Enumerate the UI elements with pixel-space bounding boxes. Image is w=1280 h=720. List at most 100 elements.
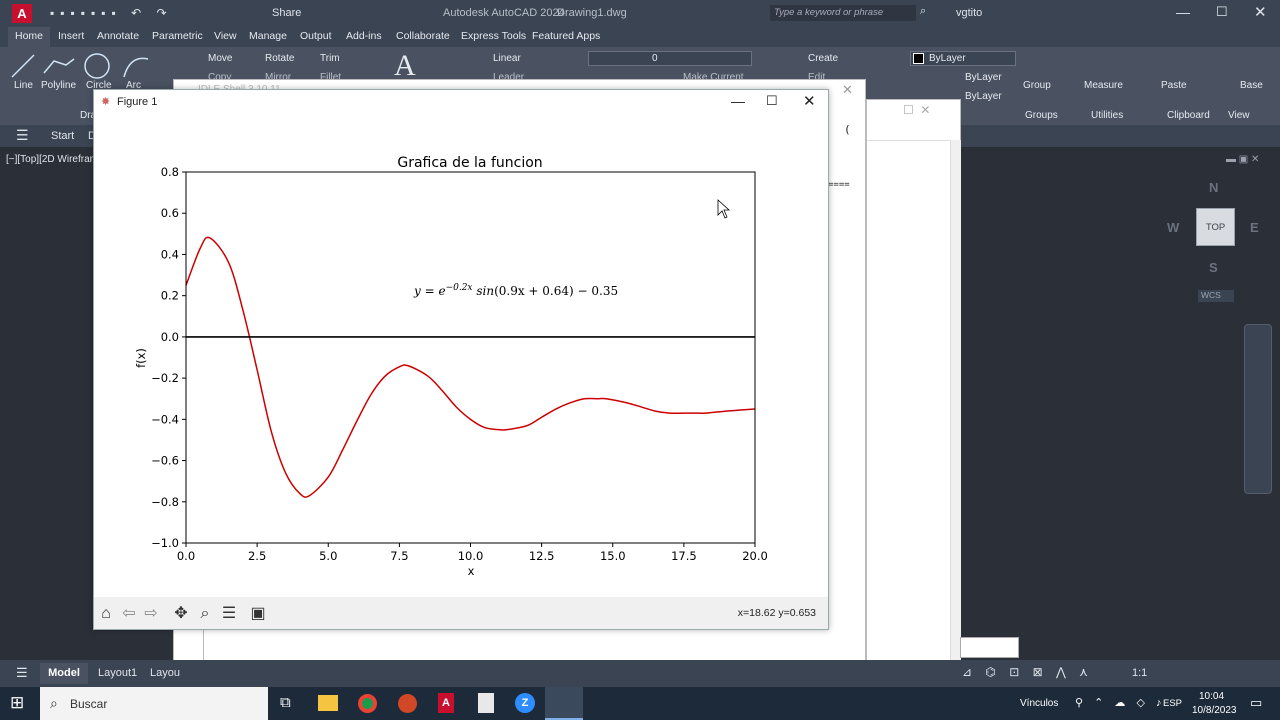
language-indicator[interactable]: ESP bbox=[1163, 698, 1182, 709]
clipboard-panel-label[interactable]: Clipboard bbox=[1167, 110, 1210, 121]
secondary-window-controls-icon[interactable]: ☐ ✕ bbox=[903, 103, 930, 117]
idle-close-icon[interactable]: ✕ bbox=[842, 82, 853, 98]
create-block-button[interactable]: Create bbox=[808, 53, 838, 64]
compass-s[interactable]: S bbox=[1209, 260, 1218, 275]
tab-home[interactable]: Home bbox=[15, 30, 43, 42]
pan-icon[interactable]: ✥ bbox=[171, 604, 191, 624]
linear-dim-tool[interactable]: Linear bbox=[493, 53, 521, 64]
figure-minimize-button[interactable]: — bbox=[731, 93, 745, 109]
chrome-icon[interactable] bbox=[358, 694, 377, 713]
text-tool-icon[interactable]: A bbox=[394, 49, 416, 83]
search-icon[interactable]: ⌕ bbox=[920, 5, 926, 18]
tab-collaborate[interactable]: Collaborate bbox=[396, 30, 450, 42]
tab-addins[interactable]: Add-ins bbox=[346, 30, 382, 42]
compass-n[interactable]: N bbox=[1209, 180, 1218, 195]
line-tool-label[interactable]: Line bbox=[14, 80, 33, 91]
maximize-app-button[interactable]: ☐ bbox=[1216, 4, 1228, 20]
plot-series bbox=[185, 236, 756, 498]
plot-canvas[interactable]: Grafica de la funcion 0.8 0.6 0.4 0.2 0.0 −0.… bbox=[94, 114, 828, 597]
document-icon[interactable] bbox=[478, 693, 494, 713]
taskbar-search-icon: ⌕ bbox=[50, 695, 58, 711]
equation-annotation: y = e−0.2x sin(0.9x + 0.64) − 0.35 bbox=[413, 283, 618, 298]
powerpoint-icon[interactable] bbox=[398, 694, 417, 713]
layout1-tab[interactable]: Layout1 bbox=[98, 667, 137, 679]
notification-icon[interactable]: ▭ bbox=[1250, 695, 1262, 711]
move-tool[interactable]: Move bbox=[208, 53, 232, 64]
figure-title-bar[interactable]: ✸ Figure 1 — ☐ ✕ bbox=[94, 90, 828, 114]
secondary-scrollbar[interactable] bbox=[950, 140, 961, 660]
model-tab[interactable]: Model bbox=[40, 663, 88, 684]
start-tab[interactable]: Start bbox=[51, 130, 74, 142]
tab-manage[interactable]: Manage bbox=[249, 30, 287, 42]
idle-separator-text: ==== bbox=[828, 180, 850, 190]
tab-parametric[interactable]: Parametric bbox=[152, 30, 203, 42]
y-tick-label: 0.2 bbox=[161, 289, 179, 303]
compass-w[interactable]: W bbox=[1167, 220, 1179, 235]
secondary-window-header bbox=[867, 140, 960, 141]
polyline-tool-label[interactable]: Polyline bbox=[41, 80, 76, 91]
group-tool[interactable]: Group bbox=[1023, 80, 1051, 91]
layout-menu-icon[interactable]: ☰ bbox=[16, 665, 28, 681]
status-toggles[interactable]: ⊿ ⌬ ⊡ ⊠ ⋀ ⋏ bbox=[962, 665, 1280, 681]
zoom-icon[interactable]: Z bbox=[515, 693, 535, 713]
task-view-icon[interactable]: ⧉ bbox=[280, 694, 291, 711]
linetype-value[interactable]: ByLayer bbox=[965, 72, 1002, 83]
tab-output[interactable]: Output bbox=[300, 30, 332, 42]
home-icon[interactable]: ⌂ bbox=[96, 604, 116, 624]
clock-time[interactable]: 10:04 bbox=[1199, 691, 1224, 702]
menu-icon[interactable]: ☰ bbox=[16, 127, 29, 144]
measure-tool[interactable]: Measure bbox=[1084, 80, 1123, 91]
rotate-tool[interactable]: Rotate bbox=[265, 53, 294, 64]
compass-e[interactable]: E bbox=[1250, 220, 1259, 235]
autocad-taskbar-icon[interactable]: A bbox=[438, 693, 454, 713]
wcs-menu[interactable]: WCS bbox=[1198, 290, 1234, 302]
quick-access-toolbar[interactable]: ▪▪▪▪▪▪▪ ↶ ↷ bbox=[50, 6, 250, 20]
configure-subplots-icon[interactable]: ☰ bbox=[219, 604, 239, 624]
system-tray-icons[interactable]: ⚲ ⌃ ☁ ◇ ♪ bbox=[1075, 696, 1165, 709]
figure-toolbar: ⌂ ⇦ ⇨ ✥ ⌕ ☰ ▣ x=18.62 y=0.653 bbox=[94, 597, 828, 629]
python-figure-taskbar-icon[interactable] bbox=[545, 687, 583, 720]
tab-express-tools[interactable]: Express Tools bbox=[461, 30, 526, 42]
layout2-tab[interactable]: Layou bbox=[150, 667, 180, 679]
clock-date[interactable]: 10/8/2023 bbox=[1192, 705, 1237, 716]
user-name[interactable]: vgtito bbox=[956, 7, 982, 19]
command-line-input[interactable] bbox=[960, 637, 1019, 658]
secondary-window[interactable]: ☐ ✕ bbox=[866, 99, 961, 689]
back-arrow-icon[interactable]: ⇦ bbox=[119, 604, 139, 624]
share-button[interactable]: Share bbox=[272, 7, 301, 19]
navigation-bar[interactable] bbox=[1244, 324, 1272, 494]
minimize-app-button[interactable]: — bbox=[1176, 4, 1190, 20]
autocad-logo-icon[interactable]: A bbox=[12, 4, 32, 23]
save-icon[interactable]: ▣ bbox=[248, 604, 268, 624]
search-input[interactable]: Type a keyword or phrase bbox=[770, 5, 916, 21]
windows-start-icon[interactable]: ⊞ bbox=[10, 693, 24, 713]
viewport-minimize-icon[interactable]: ▬ ▣ ✕ bbox=[1226, 154, 1259, 165]
tab-view[interactable]: View bbox=[214, 30, 237, 42]
figure-close-button[interactable]: ✕ bbox=[803, 92, 816, 110]
links-toolbar[interactable]: Vínculos bbox=[1020, 698, 1058, 709]
tab-featured-apps[interactable]: Featured Apps bbox=[532, 30, 600, 42]
tab-insert[interactable]: Insert bbox=[58, 30, 84, 42]
viewcube[interactable]: TOP bbox=[1196, 208, 1235, 246]
y-tick-label: 0.0 bbox=[161, 330, 179, 344]
view-panel-label[interactable]: View bbox=[1228, 110, 1250, 121]
annotation-scale[interactable]: 1:1 bbox=[1132, 667, 1148, 679]
lineweight-value[interactable]: ByLayer bbox=[965, 91, 1002, 102]
forward-arrow-icon[interactable]: ⇨ bbox=[141, 604, 161, 624]
layer-dropdown[interactable] bbox=[588, 51, 752, 66]
figure-maximize-button[interactable]: ☐ bbox=[766, 93, 778, 109]
utilities-panel-label[interactable]: Utilities bbox=[1091, 110, 1123, 121]
axes-frame bbox=[185, 171, 756, 544]
paste-tool[interactable]: Paste bbox=[1161, 80, 1187, 91]
base-tool[interactable]: Base bbox=[1240, 80, 1263, 91]
close-app-button[interactable]: ✕ bbox=[1254, 3, 1267, 21]
y-tick-label: 0.8 bbox=[161, 165, 179, 179]
tab-annotate[interactable]: Annotate bbox=[97, 30, 139, 42]
zoom-icon-button[interactable]: ⌕ bbox=[195, 604, 215, 624]
trim-tool[interactable]: Trim bbox=[320, 53, 340, 64]
file-explorer-icon[interactable] bbox=[318, 695, 338, 711]
viewport-label[interactable]: [−][Top][2D Wirefran bbox=[6, 154, 95, 165]
groups-panel-label[interactable]: Groups bbox=[1025, 110, 1058, 121]
figure-window[interactable]: ✸ Figure 1 — ☐ ✕ Grafica de la funcion 0… bbox=[93, 89, 829, 630]
x-tick-label: 12.5 bbox=[529, 549, 555, 563]
